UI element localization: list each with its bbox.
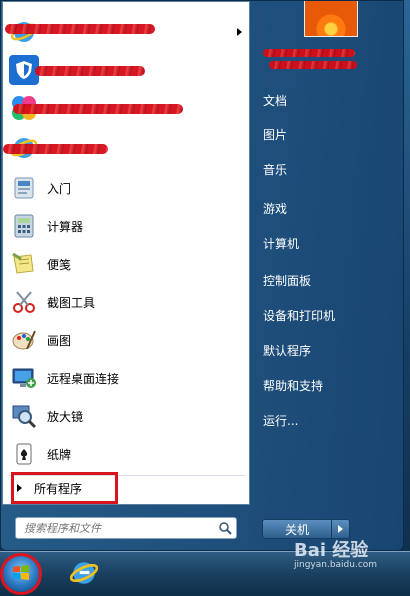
right-item-label: 设备和打印机: [263, 308, 336, 323]
all-programs-label: 所有程序: [34, 481, 83, 496]
start-button[interactable]: [0, 553, 42, 595]
right-item-label: 音乐: [263, 162, 288, 177]
watermark-main: Bai 经验: [294, 540, 369, 561]
program-getting-started[interactable]: 入门: [7, 170, 245, 206]
right-item-label: 图片: [263, 127, 288, 142]
program-label: 放大镜: [47, 409, 84, 424]
right-item-label: 帮助和支持: [263, 378, 324, 393]
paint-icon: [9, 325, 39, 355]
ie-icon: [69, 559, 99, 590]
watermark-sub: jingyan.baidu.com: [294, 560, 378, 570]
program-label: 入门: [47, 181, 72, 196]
solitaire-icon: [9, 439, 39, 469]
program-paint[interactable]: 画图: [7, 322, 245, 358]
redaction-mark: [269, 61, 357, 69]
start-menu: 入门 计算器 便笺 截图工具 画图 远程桌面连接 放大镜 纸牌 所有程序 搜索程…: [0, 0, 404, 551]
right-item-default-programs[interactable]: 默认程序: [263, 337, 391, 363]
submenu-arrow-icon[interactable]: [237, 28, 242, 36]
snipping-tool-icon: [9, 287, 39, 317]
redaction-mark: [3, 144, 108, 154]
search-input[interactable]: [16, 520, 214, 536]
program-label: 远程桌面连接: [47, 371, 120, 386]
program-label: 便笺: [47, 257, 72, 272]
program-label: 计算器: [47, 219, 84, 234]
right-item-label: 计算机: [263, 236, 300, 251]
shutdown-label: 关机: [284, 522, 309, 537]
program-sticky-notes[interactable]: 便笺: [7, 246, 245, 282]
right-item-label: 控制面板: [263, 273, 312, 288]
right-item-games[interactable]: 游戏: [263, 195, 391, 221]
redaction-mark: [13, 104, 183, 114]
right-item-control-panel[interactable]: 控制面板: [263, 267, 391, 293]
getting-started-icon: [9, 173, 39, 203]
redaction-mark: [263, 49, 355, 57]
right-item-run[interactable]: 运行...: [263, 407, 391, 433]
right-item-label: 运行...: [263, 413, 299, 428]
user-avatar[interactable]: [304, 1, 358, 37]
redaction-mark: [5, 24, 155, 34]
program-snipping-tool[interactable]: 截图工具: [7, 284, 245, 320]
remote-desktop-icon: [9, 363, 39, 393]
right-item-music[interactable]: 音乐: [263, 156, 391, 182]
right-item-devices-printers[interactable]: 设备和打印机: [263, 302, 391, 328]
highlight-ring: [0, 553, 42, 595]
redaction-mark: [35, 66, 145, 76]
search-icon[interactable]: [214, 518, 236, 538]
calculator-icon: [9, 211, 39, 241]
program-label: 纸牌: [47, 447, 72, 462]
program-label: 画图: [47, 333, 72, 348]
search-box[interactable]: [15, 517, 237, 539]
magnifier-icon: [9, 401, 39, 431]
right-item-label: 文档: [263, 93, 288, 108]
program-label: 截图工具: [47, 295, 96, 310]
right-item-label: 游戏: [263, 201, 288, 216]
all-programs-button[interactable]: 所有程序: [11, 472, 118, 504]
program-remote-desktop[interactable]: 远程桌面连接: [7, 360, 245, 396]
expand-arrow-icon: [17, 484, 22, 492]
chevron-right-icon: [338, 525, 343, 533]
right-item-computer[interactable]: 计算机: [263, 230, 391, 256]
taskbar-ie-button[interactable]: [66, 558, 102, 590]
right-item-documents[interactable]: 文档: [263, 87, 391, 113]
watermark: Bai 经验 jingyan.baidu.com: [294, 536, 404, 580]
sticky-notes-icon: [9, 249, 39, 279]
program-magnifier[interactable]: 放大镜: [7, 398, 245, 434]
right-item-pictures[interactable]: 图片: [263, 121, 391, 147]
right-item-help-support[interactable]: 帮助和支持: [263, 372, 391, 398]
program-solitaire[interactable]: 纸牌: [7, 436, 245, 472]
program-list-pane: 入门 计算器 便笺 截图工具 画图 远程桌面连接 放大镜 纸牌: [2, 1, 250, 505]
program-calculator[interactable]: 计算器: [7, 208, 245, 244]
right-item-label: 默认程序: [263, 343, 312, 358]
